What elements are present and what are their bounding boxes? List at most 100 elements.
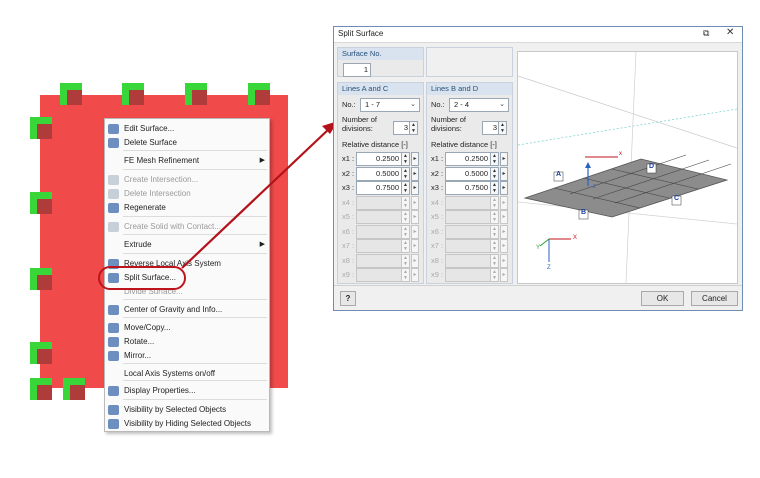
x3-arrow-button[interactable]: ▸ xyxy=(500,181,508,195)
x6-arrow-button: ▸ xyxy=(500,224,508,239)
x7-arrow-button: ▸ xyxy=(500,239,508,253)
x1-label: x1 : xyxy=(342,154,355,163)
x9-label: x9 : xyxy=(431,270,444,279)
x2-label: x2 : xyxy=(342,168,355,178)
x8-spinner: ▲ ▼ xyxy=(490,253,499,268)
divisions-label-1: Number of xyxy=(342,115,378,124)
preview-graphic xyxy=(517,51,738,284)
split-surface-dialog: Split Surface ⧉ ✕ Surface No. 1 Lines A … xyxy=(333,26,743,311)
x8-arrow-button: ▸ xyxy=(411,253,419,268)
x3-spinner[interactable]: ▲ ▼ xyxy=(490,181,499,195)
x9-input xyxy=(445,268,491,282)
x8-spinner: ▲ ▼ xyxy=(401,253,410,268)
x2-arrow-button[interactable]: ▸ xyxy=(411,166,419,181)
preview-panel: A B C D x z X Y Z xyxy=(517,51,738,284)
plate-axis-x: x xyxy=(619,151,622,157)
surface-no-input[interactable]: 1 xyxy=(343,63,371,77)
combo-value: 1 - 7 xyxy=(365,100,381,109)
x5-input xyxy=(445,210,491,224)
empty-group xyxy=(426,47,513,77)
edge-label-d: D xyxy=(649,163,655,170)
divisions-label-2: divisions: xyxy=(342,124,373,133)
group-bd-title: Lines B and D xyxy=(431,84,479,93)
x4-input xyxy=(356,195,402,210)
x7-spinner: ▲ ▼ xyxy=(401,239,410,253)
x1-spinner[interactable]: ▲ ▼ xyxy=(490,152,499,166)
x1-input[interactable]: 0.2500 xyxy=(445,152,491,166)
x6-input xyxy=(445,224,491,239)
global-axis-x: X xyxy=(573,235,578,241)
edge-label-c: C xyxy=(674,195,680,202)
x9-spinner: ▲ ▼ xyxy=(401,268,410,282)
x5-label: x5 : xyxy=(431,212,444,221)
x8-input xyxy=(445,253,491,268)
x3-input[interactable]: 0.7500 xyxy=(356,181,402,195)
x8-input xyxy=(356,253,402,268)
x6-spinner: ▲ ▼ xyxy=(490,224,499,239)
global-axis-y: Y xyxy=(536,245,541,251)
x7-spinner: ▲ ▼ xyxy=(490,239,499,253)
x1-arrow-button[interactable]: ▸ xyxy=(500,152,508,166)
x1-spinner[interactable]: ▲ ▼ xyxy=(401,152,410,166)
combo-value: 2 - 4 xyxy=(454,100,470,109)
chevron-down-icon[interactable]: ⌄ xyxy=(410,99,416,111)
help-button[interactable]: ? xyxy=(340,291,356,306)
divisions-spinner[interactable]: ▲ ▼ xyxy=(498,121,507,135)
relative-distance-label: Relative distance [-] xyxy=(342,140,408,149)
x5-arrow-button: ▸ xyxy=(411,210,419,224)
x4-input xyxy=(445,195,491,210)
x6-label: x6 : xyxy=(342,226,355,236)
restore-icon[interactable]: ⧉ xyxy=(703,28,709,39)
surface-no-group: Surface No. 1 xyxy=(337,47,424,77)
x2-input[interactable]: 0.5000 xyxy=(356,166,402,181)
ok-button[interactable]: OK xyxy=(641,291,684,306)
x8-label: x8 : xyxy=(431,255,444,265)
divisions-label-1: Number of xyxy=(431,115,467,124)
x1-arrow-button[interactable]: ▸ xyxy=(411,152,419,166)
x3-label: x3 : xyxy=(342,183,355,192)
plate-axis-z: z xyxy=(593,184,596,190)
chevron-down-icon[interactable]: ⌄ xyxy=(499,99,505,111)
line-numbers-combo[interactable]: 1 - 7 ⌄ xyxy=(360,98,420,112)
relative-distance-label: Relative distance [-] xyxy=(431,140,497,149)
x4-label: x4 : xyxy=(342,197,355,207)
x9-input xyxy=(356,268,402,282)
x5-spinner: ▲ ▼ xyxy=(401,210,410,224)
no-label: No.: xyxy=(342,100,356,109)
global-axis-z: Z xyxy=(547,265,551,271)
x6-arrow-button: ▸ xyxy=(411,224,419,239)
x5-spinner: ▲ ▼ xyxy=(490,210,499,224)
edge-label-a: A xyxy=(556,171,562,178)
divisions-label-2: divisions: xyxy=(431,124,462,133)
surface-no-label: Surface No. xyxy=(342,49,382,58)
x4-arrow-button: ▸ xyxy=(500,195,508,210)
x9-arrow-button: ▸ xyxy=(500,268,508,282)
x9-label: x9 : xyxy=(342,270,355,279)
x2-input[interactable]: 0.5000 xyxy=(445,166,491,181)
close-icon[interactable]: ✕ xyxy=(726,27,734,38)
x7-input xyxy=(445,239,491,253)
x9-arrow-button: ▸ xyxy=(411,268,419,282)
x3-label: x3 : xyxy=(431,183,444,192)
x5-label: x5 : xyxy=(342,212,355,221)
x6-label: x6 : xyxy=(431,226,444,236)
x5-arrow-button: ▸ xyxy=(500,210,508,224)
x2-arrow-button[interactable]: ▸ xyxy=(500,166,508,181)
x3-arrow-button[interactable]: ▸ xyxy=(411,181,419,195)
cancel-button[interactable]: Cancel xyxy=(691,291,738,306)
x2-spinner[interactable]: ▲ ▼ xyxy=(490,166,499,181)
x7-input xyxy=(356,239,402,253)
x2-spinner[interactable]: ▲ ▼ xyxy=(401,166,410,181)
x4-arrow-button: ▸ xyxy=(411,195,419,210)
x9-spinner: ▲ ▼ xyxy=(490,268,499,282)
x3-input[interactable]: 0.7500 xyxy=(445,181,491,195)
lines-b-d-group: Lines B and D No.: 2 - 4 ⌄ Number of divisio… xyxy=(426,82,513,284)
x1-input[interactable]: 0.2500 xyxy=(356,152,402,166)
x4-spinner: ▲ ▼ xyxy=(401,195,410,210)
divisions-spinner[interactable]: ▲ ▼ xyxy=(409,121,418,135)
x4-label: x4 : xyxy=(431,197,444,207)
x7-label: x7 : xyxy=(431,241,444,250)
edge-label-b: B xyxy=(581,209,587,216)
x3-spinner[interactable]: ▲ ▼ xyxy=(401,181,410,195)
line-numbers-combo[interactable]: 2 - 4 ⌄ xyxy=(449,98,509,112)
